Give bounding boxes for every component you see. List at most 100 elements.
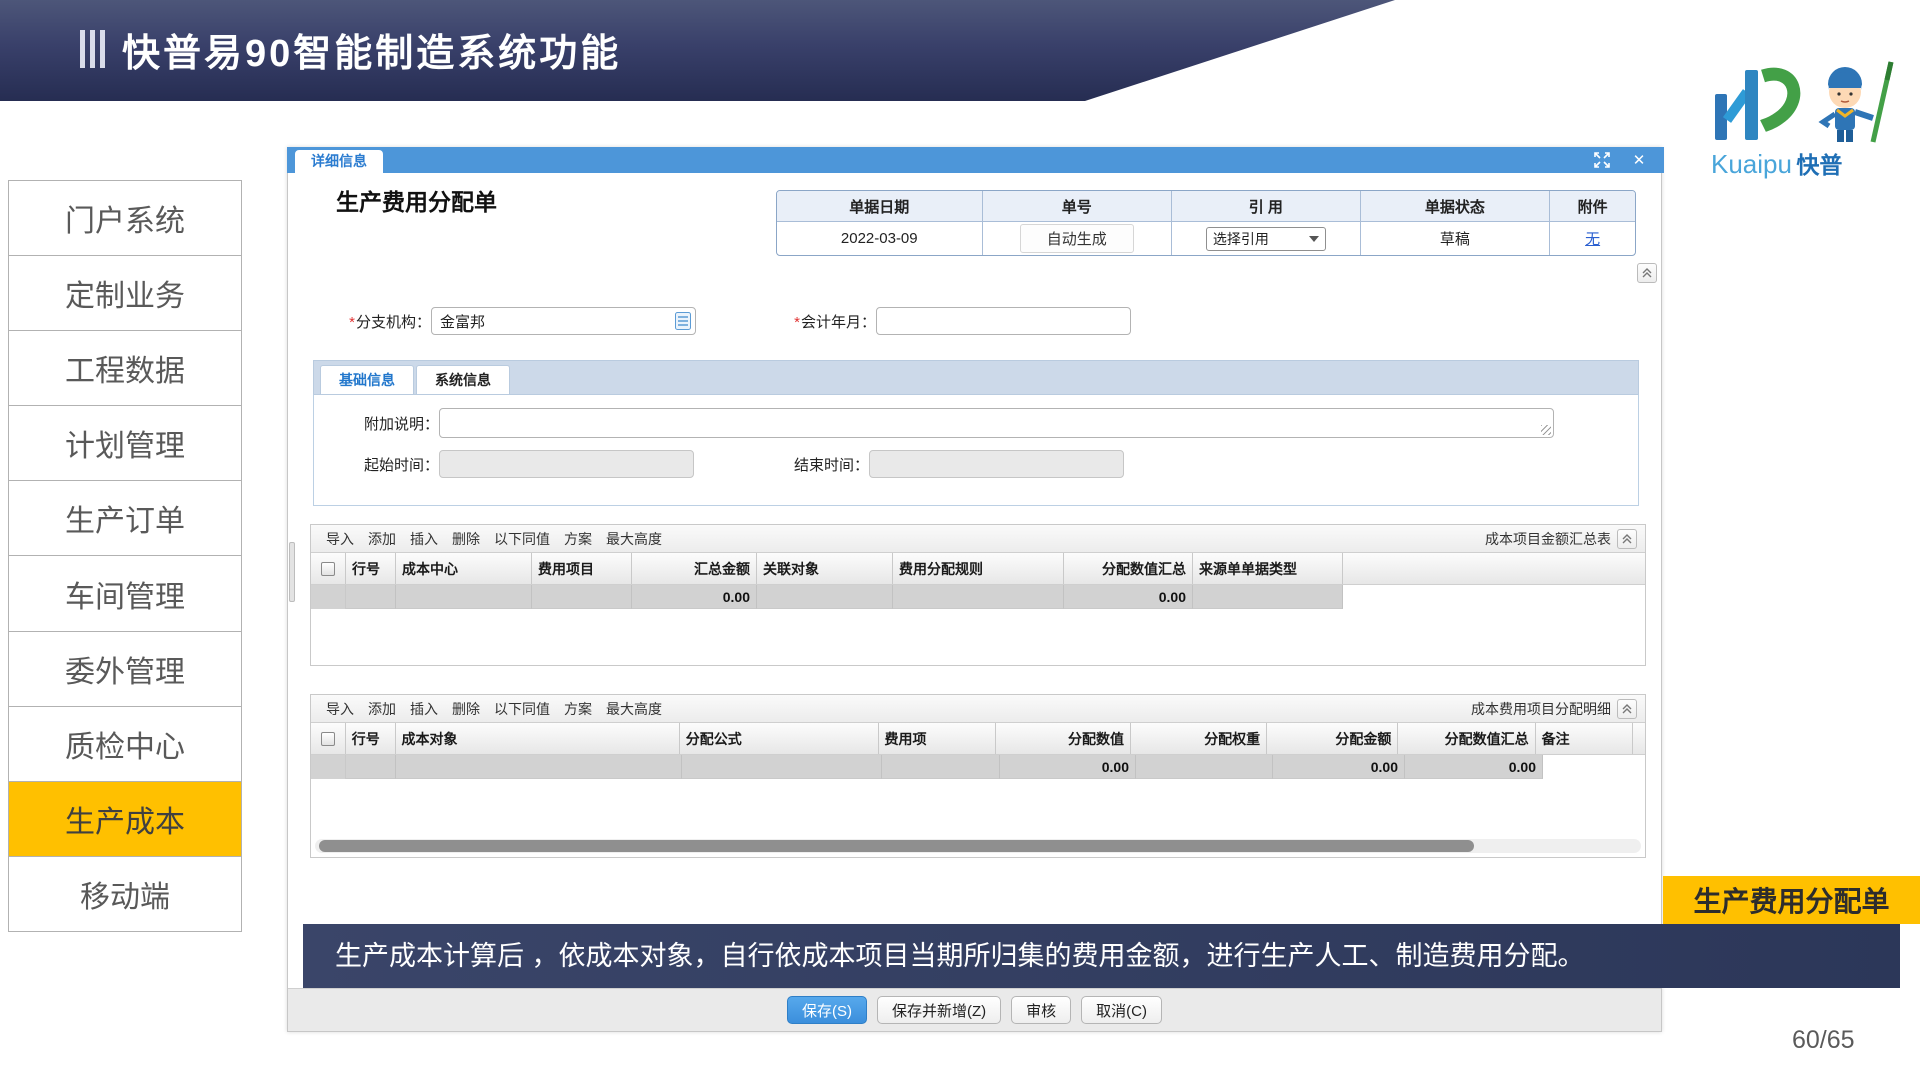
grid2-header-row: 行号 成本对象 分配公式 费用项 分配数值 分配权重 分配金额 分配数值汇总 备… [311,723,1645,755]
dialog-tab-detail[interactable]: 详细信息 [295,150,383,173]
select-all-checkbox[interactable] [321,732,335,746]
lookup-list-icon[interactable] [675,312,691,335]
col-total-amount: 汇总金额 [632,553,757,584]
save-and-new-button[interactable]: 保存并新增(Z) [877,996,1001,1024]
summary-checkbox-cell [311,755,346,779]
summary-cell [682,755,882,779]
basic-info-panel: 附加说明： 起始时间： 结束时间： [313,394,1639,506]
sidebar-item-production-order[interactable]: 生产订单 [9,480,241,555]
dialog-titlebar: 详细信息 ✕ [287,147,1664,173]
select-all-checkbox[interactable] [321,562,335,576]
import-button[interactable]: 导入 [326,529,354,549]
save-button[interactable]: 保存(S) [787,996,867,1024]
summary-cell [893,585,1064,609]
cancel-button[interactable]: 取消(C) [1081,996,1162,1024]
sidebar-item-custom-business[interactable]: 定制业务 [9,255,241,330]
branch-field-row: *分支机构： [336,307,696,335]
col-filler [1633,723,1645,754]
end-time-row: 结束时间： [744,450,1124,478]
col-expense: 费用项 [879,723,996,754]
period-input[interactable] [876,307,1131,335]
summary-checkbox-cell [311,585,346,609]
close-button[interactable]: ✕ [1629,151,1649,169]
sidebar-item-outsourcing-management[interactable]: 委外管理 [9,631,241,706]
col-expense-item: 费用项目 [532,553,632,584]
summary-total-amount: 0.00 [632,585,757,609]
insert-button[interactable]: 插入 [410,699,438,719]
insert-button[interactable]: 插入 [410,529,438,549]
sidebar-item-label: 移动端 [80,872,170,916]
note-textarea[interactable] [439,408,1554,438]
grid2-collapse-button[interactable] [1617,699,1637,719]
summary-alloc-value-total: 0.00 [1064,585,1193,609]
col-bill-status: 单据状态 [1361,191,1551,221]
add-button[interactable]: 添加 [368,529,396,549]
summary-cell [1136,755,1273,779]
sidebar-item-plan-management[interactable]: 计划管理 [9,405,241,480]
summary-filler [1543,755,1645,779]
horizontal-scrollbar-thumb[interactable] [319,840,1474,852]
summary-cell [757,585,893,609]
sidebar-item-label: 质检中心 [65,722,185,766]
horizontal-scrollbar[interactable] [315,839,1641,853]
sidebar-item-quality-center[interactable]: 质检中心 [9,706,241,781]
scheme-button[interactable]: 方案 [564,529,592,549]
col-filler [1343,553,1645,584]
attachment-link[interactable]: 无 [1585,228,1600,249]
sidebar-item-production-cost[interactable]: 生产成本 [9,781,241,856]
col-bill-no: 单号 [983,191,1173,221]
caption-text-bar: 生产成本计算后 ，依成本对象，自行依成本项目当期所归集的费用金额，进行生产人工、… [303,924,1900,988]
chevron-double-up-icon [1621,533,1633,545]
grid1-checkbox-cell [311,553,346,584]
add-button[interactable]: 添加 [368,699,396,719]
grid1-collapse-button[interactable] [1617,529,1637,549]
form-tabstrip: 基础信息 系统信息 [313,360,1639,394]
sidebar-item-label: 门户系统 [65,196,185,240]
max-height-button[interactable]: 最大高度 [606,699,662,719]
detail-dialog: 详细信息 ✕ 生产费用分配单 单据日期 单号 引 用 单据状态 附件 2022-… [287,147,1662,1032]
col-related-object: 关联对象 [757,553,893,584]
col-row-no: 行号 [346,723,396,754]
start-time-row: 起始时间： [314,450,694,478]
summary-cell [346,755,396,779]
maximize-button[interactable] [1592,151,1612,169]
scheme-button[interactable]: 方案 [564,699,592,719]
reference-select[interactable]: 选择引用 [1206,227,1326,251]
col-source-bill-type: 来源单单据类型 [1193,553,1343,584]
resize-grip-icon[interactable] [1541,425,1551,435]
summary-cell [346,585,396,609]
import-button[interactable]: 导入 [326,699,354,719]
audit-button[interactable]: 审核 [1011,996,1071,1024]
triple-bars-icon [80,30,105,68]
cost-allocation-detail-grid: 导入 添加 插入 删除 以下同值 方案 最大高度 成本费用项目分配明细 [310,694,1646,858]
sidebar-item-label: 生产成本 [65,797,185,841]
note-label: 附加说明： [314,413,439,434]
branch-input[interactable] [431,307,696,335]
page-number: 60/65 [1792,1026,1855,1055]
sidebar-item-engineering-data[interactable]: 工程数据 [9,330,241,405]
max-height-button[interactable]: 最大高度 [606,529,662,549]
caption-label: 生产费用分配单 [1663,876,1920,924]
summary-cell [396,585,532,609]
same-below-button[interactable]: 以下同值 [494,529,550,549]
sidebar-item-mobile[interactable]: 移动端 [9,856,241,931]
tab-basic-info[interactable]: 基础信息 [320,365,414,394]
bill-status-value: 草稿 [1361,221,1551,255]
dialog-button-bar: 保存(S) 保存并新增(Z) 审核 取消(C) [288,988,1661,1031]
bill-no-value: 自动生成 [983,221,1173,255]
delete-button[interactable]: 删除 [452,529,480,549]
sidebar-item-portal[interactable]: 门户系统 [9,181,241,255]
note-row: 附加说明： [314,408,1554,438]
same-below-button[interactable]: 以下同值 [494,699,550,719]
col-alloc-formula: 分配公式 [680,723,879,754]
delete-button[interactable]: 删除 [452,699,480,719]
col-cost-object: 成本对象 [396,723,680,754]
branch-input-wrap [431,307,696,335]
sidebar-item-workshop-management[interactable]: 车间管理 [9,555,241,630]
tab-system-info[interactable]: 系统信息 [416,365,510,394]
kuaipu-logo-text: Kuaipu 快普 [1711,146,1842,180]
col-alloc-value-total: 分配数值汇总 [1398,723,1535,754]
collapse-header-button[interactable] [1637,263,1657,283]
panel-drag-handle[interactable] [289,542,295,602]
grid1-title-area: 成本项目金额汇总表 [1485,529,1637,549]
